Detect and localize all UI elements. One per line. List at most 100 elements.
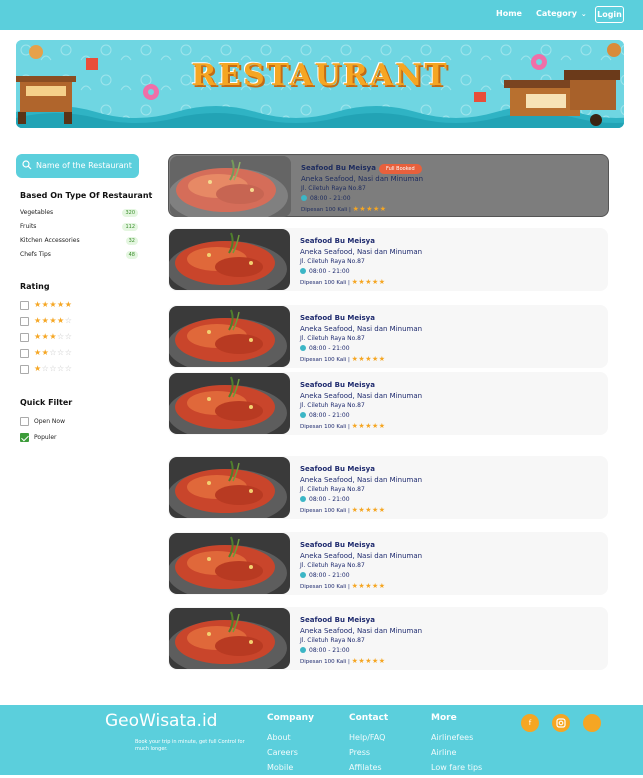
hero-banner: RESTAURANT [16,40,624,128]
order-text: Dipesan 100 Kali | [301,207,351,213]
footer-link[interactable]: Affilates [349,763,388,772]
checkbox[interactable] [20,333,29,342]
type-filter-label: Fruits [20,223,37,230]
hours-text: 08:00 - 21:00 [309,345,350,352]
footer-contact-column: Contact Help/FAQ Press Affilates [349,713,388,778]
restaurant-photo [169,533,290,594]
restaurant-card[interactable]: Seafood Bu Meisya Aneka Seafood, Nasi dan… [168,532,608,595]
restaurant-photo [169,306,290,367]
instagram-glyph [556,718,566,728]
restaurant-card[interactable]: Seafood Bu Meisya Aneka Seafood, Nasi dan… [168,607,608,670]
order-text: Dipesan 100 Kali | [300,659,350,665]
footer-link[interactable]: Careers [267,748,314,757]
footer-link[interactable]: Airline [431,748,482,757]
search-input[interactable]: Name of the Restaurant [16,154,139,178]
restaurant-name[interactable]: Seafood Bu Meisya [300,465,422,473]
twitter-icon[interactable] [583,714,601,732]
restaurant-address: Jl. Ciletuh Raya No.87 [300,335,365,342]
checkbox[interactable] [20,349,29,358]
clock-icon [300,572,306,578]
rating-stars: ★★★★★ [351,422,386,430]
type-filter-label: Kitchen Accessories [20,237,80,244]
restaurant-order-count: Dipesan 100 Kali | ★★★★★ [300,278,422,286]
restaurant-info: Seafood Bu Meisya Aneka Seafood, Nasi dan… [300,541,422,590]
restaurant-name[interactable]: Seafood Bu Meisya [300,381,422,389]
footer-heading: Company [267,713,314,723]
hours-text: 08:00 - 21:00 [309,412,350,419]
restaurant-name[interactable]: Seafood Bu Meisya [300,616,422,624]
order-text: Dipesan 100 Kali | [300,424,350,430]
restaurant-hours: 08:00 - 21:00 [300,345,422,352]
order-text: Dipesan 100 Kali | [300,357,350,363]
checkbox[interactable] [20,417,29,426]
checkbox[interactable] [20,365,29,374]
restaurant-name[interactable]: Seafood Bu Meisya [300,314,422,322]
rating-stars: ★★★★★ [34,300,73,309]
footer-link[interactable]: Low fare tips [431,763,482,772]
footer-link[interactable]: About [267,733,314,742]
nav-home-link[interactable]: Home [496,9,522,18]
clock-icon [300,647,306,653]
order-text: Dipesan 100 Kali | [300,584,350,590]
rating-stars: ★☆☆☆☆ [34,364,73,373]
rating-stars: ★★★★★ [351,657,386,665]
clock-icon [300,345,306,351]
rating-stars: ★★★☆☆ [34,332,73,341]
restaurant-address: Jl. Ciletuh Raya No.87 [300,562,365,569]
footer-heading: More [431,713,457,723]
type-filter-count: 112 [122,223,138,231]
footer-company-column: Company About Careers Mobile [267,713,314,778]
restaurant-hours: 08:00 - 21:00 [300,647,422,654]
restaurant-order-count: Dipesan 100 Kali | ★★★★★ [301,205,423,213]
checkbox[interactable] [20,301,29,310]
rating-stars: ★★★★★ [351,355,386,363]
hours-text: 08:00 - 21:00 [309,572,350,579]
type-filter-item[interactable]: Vegetables 320 [20,209,138,219]
order-text: Dipesan 100 Kali | [300,508,350,514]
checkbox-checked[interactable] [20,433,29,442]
footer-link[interactable]: Mobile [267,763,314,772]
type-filter-item[interactable]: Fruits 112 [20,223,138,233]
restaurant-name[interactable]: Seafood Bu Meisya [300,237,422,245]
order-text: Dipesan 100 Kali | [300,280,350,286]
restaurant-info: Seafood Bu Meisya Aneka Seafood, Nasi dan… [300,314,422,363]
footer-link[interactable]: Airlinefees [431,733,482,742]
footer-link[interactable]: Help/FAQ [349,733,388,742]
status-badge: Full Booked [379,164,422,174]
rating-filter-heading: Rating [20,282,50,291]
clock-icon [300,412,306,418]
type-filter-count: 48 [125,251,138,259]
restaurant-name[interactable]: Seafood Bu Meisya [300,541,422,549]
checkbox[interactable] [20,317,29,326]
footer-link[interactable]: Press [349,748,388,757]
restaurant-card[interactable]: Seafood Bu Meisya Aneka Seafood, Nasi dan… [168,372,608,435]
facebook-icon[interactable]: f [521,714,539,732]
restaurant-card[interactable]: Seafood Bu Meisya Aneka Seafood, Nasi dan… [168,154,609,217]
restaurant-card[interactable]: Seafood Bu Meisya Aneka Seafood, Nasi dan… [168,305,608,368]
restaurant-address: Jl. Ciletuh Raya No.87 [300,486,365,493]
restaurant-card[interactable]: Seafood Bu Meisya Aneka Seafood, Nasi dan… [168,228,608,291]
restaurant-hours: 08:00 - 21:00 [300,268,422,275]
restaurant-hours: 08:00 - 21:00 [301,195,423,202]
footer-tagline: Book your trip in minute, get full Contr… [135,739,245,752]
restaurant-hours: 08:00 - 21:00 [300,496,422,503]
restaurant-info: Seafood Bu Meisya Aneka Seafood, Nasi dan… [300,237,422,286]
restaurant-photo [169,229,290,290]
restaurant-card[interactable]: Seafood Bu Meisya Aneka Seafood, Nasi dan… [168,456,608,519]
type-filter-item[interactable]: Chefs Tips 48 [20,251,138,261]
type-filter-label: Chefs Tips [20,251,51,258]
footer-logo[interactable]: GeoWisata.id [105,711,217,731]
top-navbar: Home Category ⌄ Login [0,0,643,30]
rating-stars: ★★★★★ [351,506,386,514]
instagram-icon[interactable] [552,714,570,732]
nav-category-label: Category [536,9,577,18]
restaurant-description: Aneka Seafood, Nasi dan Minuman [300,392,423,400]
hours-text: 08:00 - 21:00 [309,647,350,654]
search-icon [22,160,32,170]
banner-title: RESTAURANT [191,58,449,93]
chevron-down-icon: ⌄ [580,10,587,18]
restaurant-description: Aneka Seafood, Nasi dan Minuman [300,476,423,484]
nav-category-dropdown[interactable]: Category ⌄ [536,9,587,18]
type-filter-item[interactable]: Kitchen Accessories 32 [20,237,138,247]
login-button[interactable]: Login [595,6,624,23]
